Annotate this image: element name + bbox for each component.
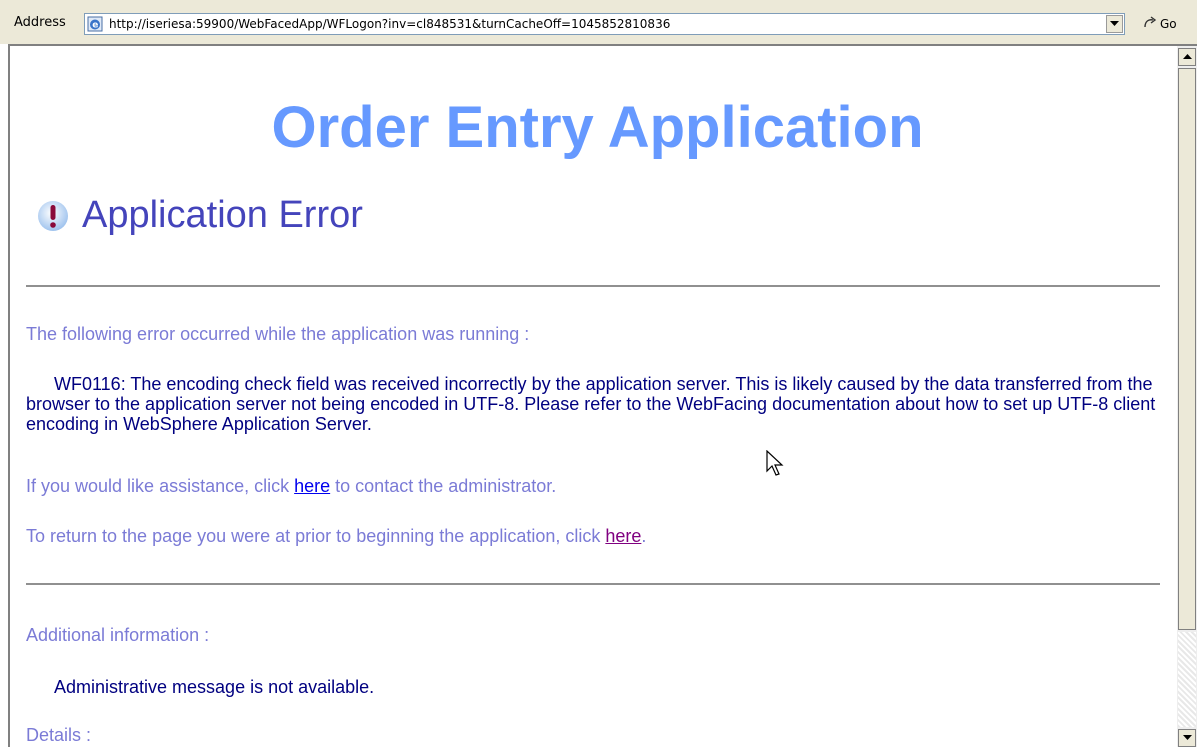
scroll-down-button[interactable]	[1178, 729, 1196, 747]
error-heading: Application Error	[34, 194, 363, 237]
return-text: To return to the page you were at prior …	[26, 526, 646, 547]
error-message: WF0116: The encoding check field was rec…	[26, 374, 1166, 434]
address-label: Address	[14, 15, 66, 30]
mouse-pointer-icon	[766, 449, 784, 483]
arrow-up-icon	[1182, 54, 1192, 59]
scroll-up-button[interactable]	[1178, 48, 1196, 66]
assist-text: If you would like assistance, click here…	[26, 476, 556, 497]
details-label: Details :	[26, 725, 92, 745]
scroll-thumb[interactable]	[1178, 68, 1196, 630]
chevron-down-icon	[1110, 21, 1119, 26]
assist-suffix: to contact the administrator.	[330, 476, 557, 496]
additional-info-label: Additional information :	[26, 625, 210, 645]
arrow-down-icon	[1182, 735, 1192, 740]
exclamation-icon	[34, 197, 72, 235]
address-input[interactable]: e http://iseriesa:59900/WebFacedApp/WFLo…	[84, 13, 1125, 35]
assist-prefix: If you would like assistance, click	[26, 476, 295, 496]
vertical-scrollbar[interactable]	[1177, 46, 1197, 747]
contact-admin-link[interactable]: here	[294, 476, 330, 496]
error-message-text: WF0116: The encoding check field was rec…	[26, 374, 1156, 434]
browser-viewport: Order Entry Application Application Erro…	[8, 44, 1197, 747]
error-title: Application Error	[82, 194, 363, 236]
go-arrow-icon	[1142, 15, 1158, 34]
go-label: Go	[1160, 17, 1177, 31]
return-link[interactable]: here	[605, 526, 641, 546]
address-dropdown-button[interactable]	[1106, 15, 1123, 33]
divider	[26, 583, 1160, 585]
error-intro: The following error occurred while the a…	[26, 324, 530, 344]
page-content: Order Entry Application Application Erro…	[10, 46, 1175, 747]
app-title: Order Entry Application	[271, 95, 924, 160]
return-suffix: .	[641, 526, 647, 546]
go-button[interactable]: Go	[1142, 14, 1177, 34]
admin-message-text: Administrative message is not available.	[54, 677, 375, 697]
address-bar: Address e http://iseriesa:59900/WebFaced…	[0, 0, 1197, 44]
svg-text:e: e	[92, 21, 98, 31]
admin-message: Administrative message is not available.	[26, 677, 1166, 697]
return-prefix: To return to the page you were at prior …	[26, 526, 606, 546]
divider	[26, 285, 1160, 287]
address-url: http://iseriesa:59900/WebFacedApp/WFLogo…	[109, 17, 671, 31]
scroll-track[interactable]	[1178, 632, 1196, 727]
ie-page-icon: e	[87, 16, 103, 32]
